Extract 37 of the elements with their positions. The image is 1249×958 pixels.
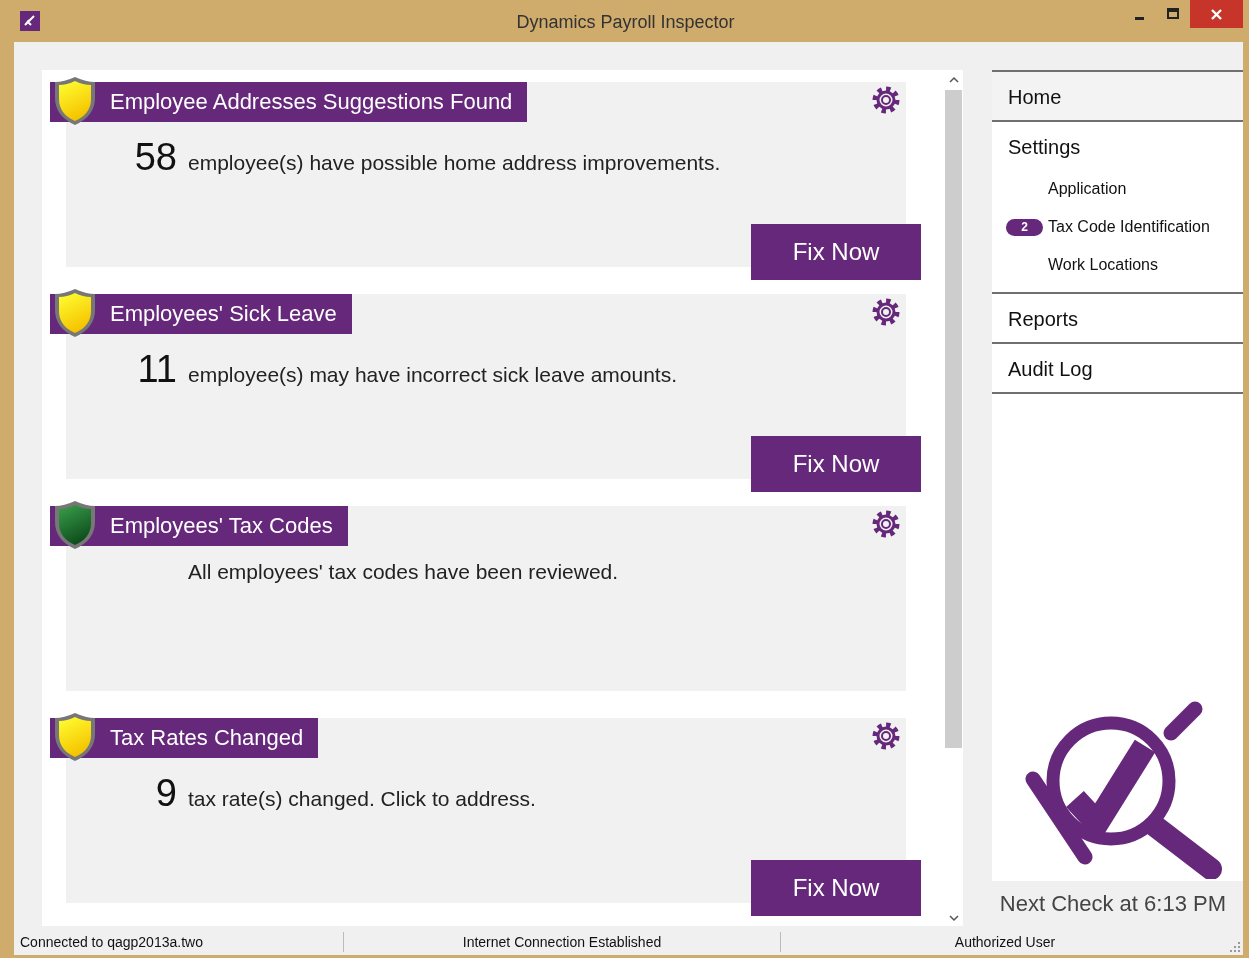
- shield-icon: [52, 288, 98, 338]
- scroll-up-icon[interactable]: [947, 76, 960, 84]
- close-button[interactable]: [1190, 0, 1243, 28]
- status-text: Connected to qagp2013a.two: [20, 933, 203, 950]
- issue-count: 58: [134, 136, 177, 178]
- shield-icon: [52, 76, 98, 126]
- issue-count: 9: [155, 772, 177, 814]
- next-check-text: Next Check at 6:13 PM: [999, 890, 1226, 917]
- nav-subitem[interactable]: Work Locations: [1044, 254, 1162, 276]
- settings-icon[interactable]: [872, 510, 900, 538]
- resize-grip-icon[interactable]: [1229, 941, 1241, 953]
- nav-item[interactable]: Home: [992, 72, 1243, 120]
- count-badge: 2: [1006, 218, 1043, 236]
- nav-item[interactable]: Reports: [992, 294, 1243, 342]
- nav-item[interactable]: Audit Log: [992, 344, 1243, 392]
- shield-icon: [52, 500, 98, 550]
- fix-now-button[interactable]: Fix Now: [751, 436, 921, 492]
- nav-item[interactable]: Settings: [992, 122, 1243, 170]
- window-title: Dynamics Payroll Inspector: [516, 12, 735, 33]
- shield-icon: [52, 712, 98, 762]
- issue-count: 11: [137, 348, 177, 390]
- nav-subitem[interactable]: Application: [1044, 178, 1131, 200]
- fix-now-button[interactable]: Fix Now: [751, 224, 921, 280]
- scroll-down-icon[interactable]: [947, 914, 960, 922]
- settings-icon[interactable]: [872, 298, 900, 326]
- app-icon: [20, 11, 40, 31]
- status-text: Authorized User: [954, 933, 1056, 950]
- settings-icon[interactable]: [872, 722, 900, 750]
- alert-message: employee(s) may have incorrect sick leave amounts.: [188, 363, 678, 387]
- scrollbar-thumb[interactable]: [945, 90, 962, 748]
- alert-message: tax rate(s) changed. Click to address.: [188, 787, 536, 811]
- alert-message: employee(s) have possible home address improvements.: [188, 151, 721, 175]
- status-text: Internet Connection Established: [462, 933, 662, 950]
- settings-icon[interactable]: [872, 86, 900, 114]
- fix-now-button[interactable]: Fix Now: [751, 860, 921, 916]
- nav-subitem[interactable]: Tax Code Identification: [1044, 216, 1214, 238]
- alert-message: All employees' tax codes have been reviewed.: [188, 560, 619, 584]
